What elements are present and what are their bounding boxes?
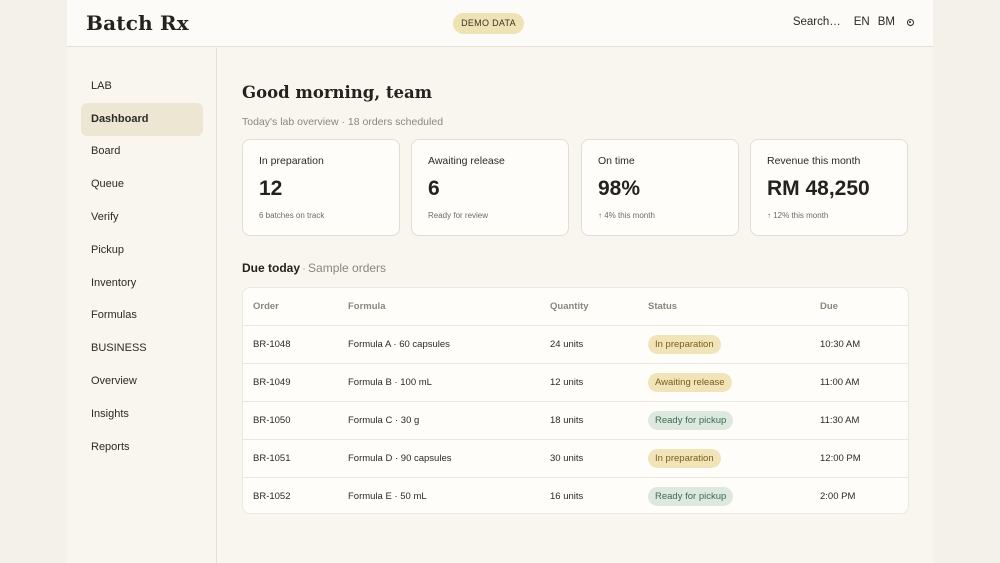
quantity: 12 units xyxy=(550,377,584,388)
table-row[interactable]: BR-1049 Formula B · 100 mL 12 units Awai… xyxy=(243,363,908,401)
sidebar-item-insights[interactable]: Insights xyxy=(81,398,203,431)
formula: Formula D · 90 capsules xyxy=(348,453,452,464)
table-row[interactable]: BR-1052 Formula E · 50 mL 16 units Ready… xyxy=(243,477,908,513)
stat-card-awaiting-release: Awaiting release 6 Ready for review xyxy=(411,139,569,236)
stat-note: 6 batches on track xyxy=(259,211,325,220)
column-header-due[interactable]: Due xyxy=(820,288,838,325)
due-time: 11:30 AM xyxy=(820,415,860,426)
sidebar-item-dashboard[interactable]: Dashboard xyxy=(81,103,203,136)
brand-logo[interactable]: Batch Rx xyxy=(86,11,189,35)
order-id: BR-1049 xyxy=(253,377,291,388)
status-cell: Ready for pickup xyxy=(648,478,734,513)
quantity: 30 units xyxy=(550,453,584,464)
quantity: 24 units xyxy=(550,339,584,350)
due-today-title: Due today xyxy=(242,261,301,275)
stat-card-in-preparation: In preparation 12 6 batches on track xyxy=(242,139,400,236)
search-link[interactable]: Search… xyxy=(793,16,841,28)
sidebar-section-lab: LAB xyxy=(91,80,112,92)
stat-note: ↑ 4% this month xyxy=(598,211,655,220)
sidebar-item-queue[interactable]: Queue xyxy=(81,168,203,201)
status-cell: In preparation xyxy=(648,440,721,477)
status-badge: Ready for pickup xyxy=(648,487,734,506)
table-row[interactable]: BR-1050 Formula C · 30 g 18 units Ready … xyxy=(243,401,908,439)
stat-note: Ready for review xyxy=(428,211,489,220)
formula: Formula A · 60 capsules xyxy=(348,339,450,350)
status-badge: In preparation xyxy=(648,449,721,468)
separator: · xyxy=(302,261,307,275)
column-header-order[interactable]: Order xyxy=(253,288,279,325)
sidebar-item-reports[interactable]: Reports xyxy=(81,431,203,464)
stat-label: Revenue this month xyxy=(767,155,861,167)
top-actions: Search… EN BM xyxy=(793,16,914,28)
sidebar-section-business: BUSINESS xyxy=(91,342,147,354)
due-time: 11:00 AM xyxy=(820,377,860,388)
table-row[interactable]: BR-1051 Formula D · 90 capsules 30 units… xyxy=(243,439,908,477)
stat-value: RM 48,250 xyxy=(767,177,870,200)
sidebar-item-verify[interactable]: Verify xyxy=(81,201,203,234)
status-cell: Awaiting release xyxy=(648,364,732,401)
sidebar-item-pickup[interactable]: Pickup xyxy=(81,234,203,267)
formula: Formula B · 100 mL xyxy=(348,377,432,388)
due-time: 2:00 PM xyxy=(820,491,856,502)
formula: Formula E · 50 mL xyxy=(348,491,427,502)
stat-note: ↑ 12% this month xyxy=(767,211,829,220)
order-id: BR-1048 xyxy=(253,339,291,350)
theme-toggle-icon[interactable] xyxy=(907,18,914,26)
due-today-heading: Due today · Sample orders xyxy=(242,261,386,275)
quantity: 16 units xyxy=(550,491,584,502)
sidebar-item-board[interactable]: Board xyxy=(81,135,203,168)
status-badge: In preparation xyxy=(648,335,721,354)
formula: Formula C · 30 g xyxy=(348,415,420,426)
sidebar-item-overview[interactable]: Overview xyxy=(81,365,203,398)
lang-en-button[interactable]: EN xyxy=(854,16,870,28)
stat-label: In preparation xyxy=(259,155,324,167)
page-subtitle: Today's lab overview · 18 orders schedul… xyxy=(242,116,444,128)
status-cell: Ready for pickup xyxy=(648,402,734,439)
table-header: Order Formula Quantity Status Due xyxy=(243,288,908,325)
page-title: Good morning, team xyxy=(242,83,433,102)
order-id: BR-1050 xyxy=(253,415,291,426)
stat-value: 12 xyxy=(259,177,283,200)
sidebar: LAB Dashboard Board Queue Verify Pickup … xyxy=(67,48,217,563)
order-id: BR-1052 xyxy=(253,491,291,502)
status-badge: Awaiting release xyxy=(648,373,732,392)
stat-value: 6 xyxy=(428,177,440,200)
lang-bm-button[interactable]: BM xyxy=(878,16,895,28)
due-today-subtitle: Sample orders xyxy=(308,261,387,275)
quantity: 18 units xyxy=(550,415,584,426)
column-header-formula[interactable]: Formula xyxy=(348,288,385,325)
due-time: 12:00 PM xyxy=(820,453,861,464)
sidebar-item-formulas[interactable]: Formulas xyxy=(81,299,203,332)
app-frame: Batch Rx DEMO DATA Search… EN BM LAB Das… xyxy=(67,0,933,563)
stat-value: 98% xyxy=(598,177,641,200)
order-id: BR-1051 xyxy=(253,453,291,464)
stat-card-on-time: On time 98% ↑ 4% this month xyxy=(581,139,739,236)
due-time: 10:30 AM xyxy=(820,339,861,350)
stat-label: Awaiting release xyxy=(428,155,505,167)
stat-label: On time xyxy=(598,155,635,167)
sidebar-item-inventory[interactable]: Inventory xyxy=(81,267,203,300)
orders-table: Order Formula Quantity Status Due BR-104… xyxy=(242,287,909,514)
top-bar: Batch Rx DEMO DATA Search… EN BM xyxy=(67,0,933,47)
column-header-status[interactable]: Status xyxy=(648,288,677,325)
stat-card-revenue: Revenue this month RM 48,250 ↑ 12% this … xyxy=(750,139,908,236)
column-header-quantity[interactable]: Quantity xyxy=(550,288,589,325)
table-row[interactable]: BR-1048 Formula A · 60 capsules 24 units… xyxy=(243,325,908,363)
status-cell: In preparation xyxy=(648,326,721,363)
status-badge: Ready for pickup xyxy=(648,411,734,430)
demo-data-badge: DEMO DATA xyxy=(453,13,524,34)
main-content: Good morning, team Today's lab overview … xyxy=(218,48,933,563)
